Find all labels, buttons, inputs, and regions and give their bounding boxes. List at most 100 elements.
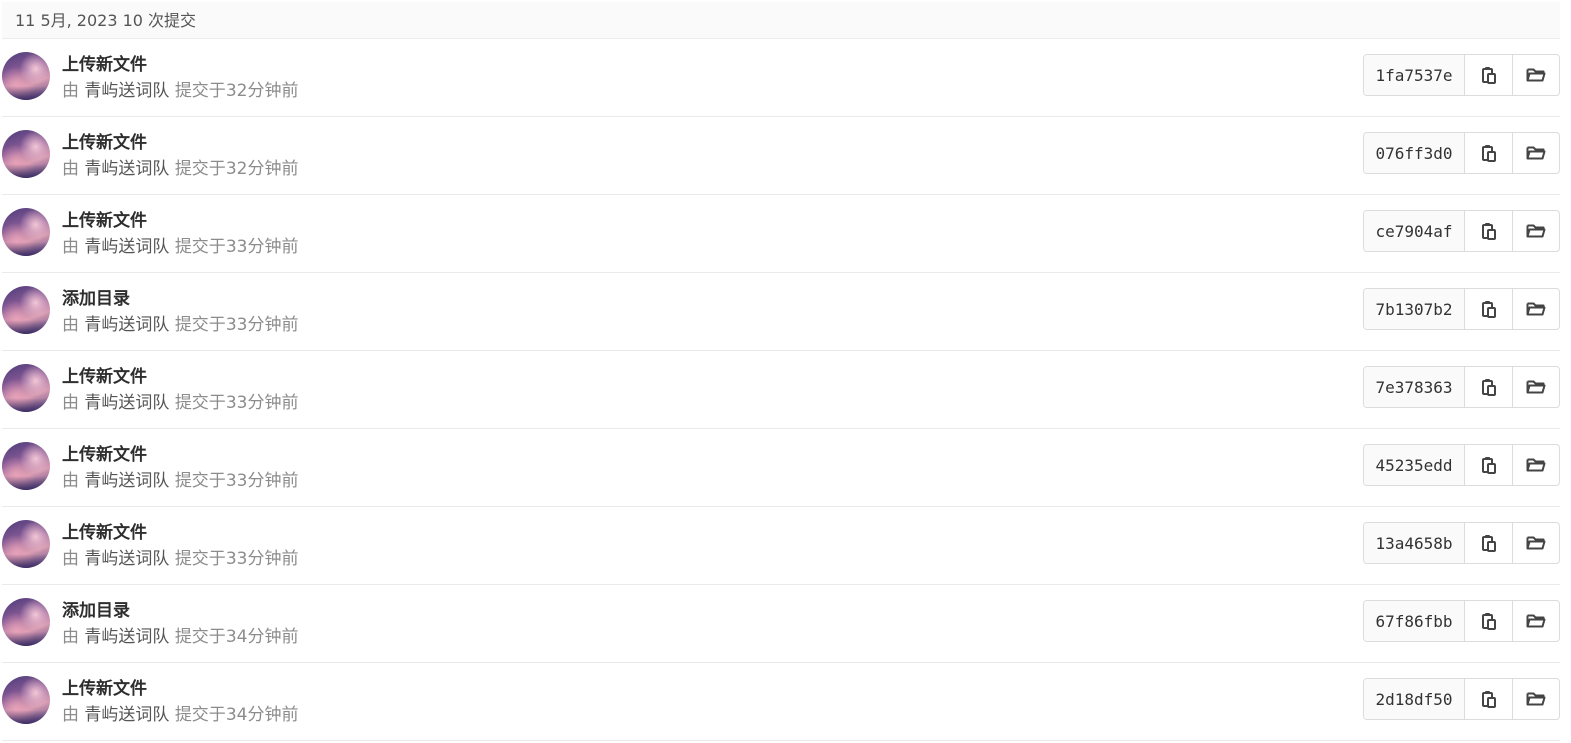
commit-author-link[interactable]: 青屿送词队 bbox=[84, 627, 169, 647]
commit-meta: 由 青屿送词队 提交于34分钟前 bbox=[62, 704, 298, 726]
commit-action-label: 提交于 bbox=[174, 393, 226, 413]
commit-action-label: 提交于 bbox=[174, 81, 226, 101]
commit-sha-button[interactable]: 1fa7537e bbox=[1364, 55, 1465, 95]
avatar[interactable] bbox=[2, 364, 50, 412]
commit-title[interactable]: 添加目录 bbox=[62, 288, 130, 310]
commit-author-link[interactable]: 青屿送词队 bbox=[84, 549, 169, 569]
clipboard-icon bbox=[1481, 144, 1497, 162]
copy-sha-button[interactable] bbox=[1465, 211, 1512, 251]
folder-open-icon bbox=[1526, 67, 1546, 83]
browse-files-button[interactable] bbox=[1512, 523, 1559, 563]
commit-title[interactable]: 上传新文件 bbox=[62, 54, 147, 76]
commit-time: 34分钟前 bbox=[225, 705, 299, 725]
clipboard-icon bbox=[1481, 612, 1497, 630]
clipboard-icon bbox=[1481, 534, 1497, 552]
commit-time: 32分钟前 bbox=[225, 159, 299, 179]
commit-action-label: 提交于 bbox=[174, 705, 226, 725]
commit-meta: 由 青屿送词队 提交于34分钟前 bbox=[62, 626, 298, 648]
commit-title[interactable]: 上传新文件 bbox=[62, 210, 147, 232]
commit-row: 上传新文件 由 青屿送词队 提交于33分钟前 45235edd bbox=[2, 429, 1560, 507]
avatar[interactable] bbox=[2, 598, 50, 646]
copy-sha-button[interactable] bbox=[1465, 289, 1512, 329]
commit-row: 上传新文件 由 青屿送词队 提交于34分钟前 2d18df50 bbox=[2, 663, 1560, 741]
copy-sha-button[interactable] bbox=[1465, 601, 1512, 641]
commit-author-link[interactable]: 青屿送词队 bbox=[84, 471, 169, 491]
folder-open-icon bbox=[1526, 535, 1546, 551]
commit-meta: 由 青屿送词队 提交于33分钟前 bbox=[62, 392, 298, 414]
commit-by-label: 由 bbox=[62, 393, 79, 413]
browse-files-button[interactable] bbox=[1512, 445, 1559, 485]
commit-sha-button[interactable]: 7b1307b2 bbox=[1364, 289, 1465, 329]
commit-time: 33分钟前 bbox=[225, 549, 299, 569]
browse-files-button[interactable] bbox=[1512, 55, 1559, 95]
commit-action-label: 提交于 bbox=[174, 471, 226, 491]
commit-author-link[interactable]: 青屿送词队 bbox=[84, 393, 169, 413]
avatar[interactable] bbox=[2, 442, 50, 490]
commit-actions: 7b1307b2 bbox=[1363, 288, 1560, 330]
commit-actions: 7e378363 bbox=[1363, 366, 1560, 408]
commit-author-link[interactable]: 青屿送词队 bbox=[84, 237, 169, 257]
commit-meta: 由 青屿送词队 提交于33分钟前 bbox=[62, 236, 298, 258]
clipboard-icon bbox=[1481, 690, 1497, 708]
commit-title[interactable]: 添加目录 bbox=[62, 600, 130, 622]
commit-row: 添加目录 由 青屿送词队 提交于33分钟前 7b1307b2 bbox=[2, 273, 1560, 351]
commit-title[interactable]: 上传新文件 bbox=[62, 132, 147, 154]
browse-files-button[interactable] bbox=[1512, 601, 1559, 641]
copy-sha-button[interactable] bbox=[1465, 445, 1512, 485]
commit-author-link[interactable]: 青屿送词队 bbox=[84, 705, 169, 725]
commit-action-label: 提交于 bbox=[174, 315, 226, 335]
commit-time: 33分钟前 bbox=[225, 393, 299, 413]
commit-sha-button[interactable]: 45235edd bbox=[1364, 445, 1465, 485]
commit-sha-button[interactable]: 67f86fbb bbox=[1364, 601, 1465, 641]
commit-author-link[interactable]: 青屿送词队 bbox=[84, 159, 169, 179]
commit-by-label: 由 bbox=[62, 237, 79, 257]
copy-sha-button[interactable] bbox=[1465, 55, 1512, 95]
commit-row: 上传新文件 由 青屿送词队 提交于33分钟前 13a4658b bbox=[2, 507, 1560, 585]
commit-actions: 67f86fbb bbox=[1363, 600, 1560, 642]
folder-open-icon bbox=[1526, 379, 1546, 395]
commit-row: 上传新文件 由 青屿送词队 提交于33分钟前 ce7904af bbox=[2, 195, 1560, 273]
commit-time: 33分钟前 bbox=[225, 315, 299, 335]
avatar[interactable] bbox=[2, 676, 50, 724]
copy-sha-button[interactable] bbox=[1465, 523, 1512, 563]
commit-row: 添加目录 由 青屿送词队 提交于34分钟前 67f86fbb bbox=[2, 585, 1560, 663]
clipboard-icon bbox=[1481, 378, 1497, 396]
browse-files-button[interactable] bbox=[1512, 133, 1559, 173]
commit-meta: 由 青屿送词队 提交于33分钟前 bbox=[62, 470, 298, 492]
commit-actions: 13a4658b bbox=[1363, 522, 1560, 564]
commit-time: 34分钟前 bbox=[225, 627, 299, 647]
avatar[interactable] bbox=[2, 52, 50, 100]
avatar[interactable] bbox=[2, 520, 50, 568]
commit-title[interactable]: 上传新文件 bbox=[62, 366, 147, 388]
commit-author-link[interactable]: 青屿送词队 bbox=[84, 81, 169, 101]
commit-meta: 由 青屿送词队 提交于32分钟前 bbox=[62, 158, 298, 180]
avatar[interactable] bbox=[2, 208, 50, 256]
browse-files-button[interactable] bbox=[1512, 679, 1559, 719]
copy-sha-button[interactable] bbox=[1465, 133, 1512, 173]
commit-sha-button[interactable]: 7e378363 bbox=[1364, 367, 1465, 407]
clipboard-icon bbox=[1481, 222, 1497, 240]
copy-sha-button[interactable] bbox=[1465, 679, 1512, 719]
commit-title[interactable]: 上传新文件 bbox=[62, 678, 147, 700]
commit-sha-button[interactable]: 076ff3d0 bbox=[1364, 133, 1465, 173]
avatar[interactable] bbox=[2, 286, 50, 334]
commit-action-label: 提交于 bbox=[174, 627, 226, 647]
commit-sha-button[interactable]: 2d18df50 bbox=[1364, 679, 1465, 719]
browse-files-button[interactable] bbox=[1512, 367, 1559, 407]
copy-sha-button[interactable] bbox=[1465, 367, 1512, 407]
commit-title[interactable]: 上传新文件 bbox=[62, 444, 147, 466]
commit-action-label: 提交于 bbox=[174, 237, 226, 257]
commit-meta: 由 青屿送词队 提交于32分钟前 bbox=[62, 80, 298, 102]
commit-time: 33分钟前 bbox=[225, 237, 299, 257]
commit-sha-button[interactable]: 13a4658b bbox=[1364, 523, 1465, 563]
commit-author-link[interactable]: 青屿送词队 bbox=[84, 315, 169, 335]
avatar[interactable] bbox=[2, 130, 50, 178]
commit-actions: ce7904af bbox=[1363, 210, 1560, 252]
commit-actions: 2d18df50 bbox=[1363, 678, 1560, 720]
browse-files-button[interactable] bbox=[1512, 289, 1559, 329]
browse-files-button[interactable] bbox=[1512, 211, 1559, 251]
commit-sha-button[interactable]: ce7904af bbox=[1364, 211, 1465, 251]
commit-title[interactable]: 上传新文件 bbox=[62, 522, 147, 544]
commit-row: 上传新文件 由 青屿送词队 提交于33分钟前 7e378363 bbox=[2, 351, 1560, 429]
commit-actions: 1fa7537e bbox=[1363, 54, 1560, 96]
